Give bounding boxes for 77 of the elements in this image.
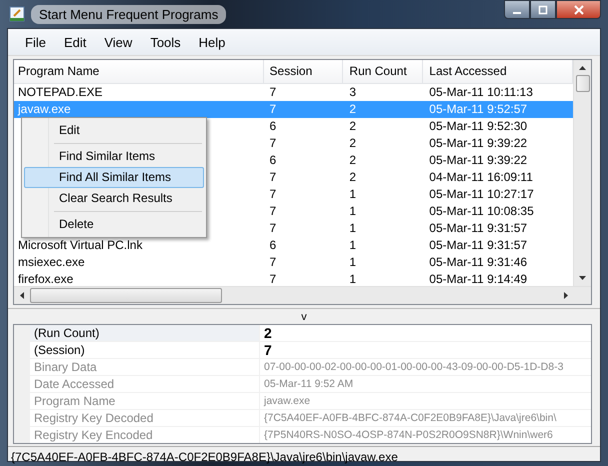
table-cell[interactable]: 7 [264,84,344,101]
menu-item[interactable]: Clear Search Results [24,188,204,209]
table-cell[interactable]: 1 [343,203,424,220]
table-cell[interactable]: 05-Mar-11 10:27:17 [423,186,573,203]
table-cell[interactable]: 1 [343,237,424,254]
menu-item[interactable]: File [16,34,55,50]
column-header[interactable]: Session [264,60,344,83]
table-cell[interactable]: 1 [343,220,424,237]
close-icon [572,4,584,14]
menu-item[interactable]: Edit [24,120,204,141]
property-value: 07-00-00-00-02-00-00-00-01-00-00-00-43-09-00-00-D5-1D-D8-3 [263,360,564,375]
menu-item[interactable]: Tools [141,34,190,50]
menu-item[interactable]: Help [190,34,234,50]
table-cell[interactable]: 2 [343,152,424,169]
table-cell[interactable]: 7 [264,135,344,152]
table-cell[interactable]: 6 [264,152,344,169]
app-icon [9,6,25,22]
table-cell[interactable]: 2 [343,169,424,186]
menu-item[interactable]: Find All Similar Items [24,167,204,188]
property-name[interactable]: (Session) [30,342,260,358]
table-cell[interactable]: 1 [343,186,424,203]
table-cell[interactable]: 05-Mar-11 9:31:46 [423,254,573,271]
table-cell[interactable]: 05-Mar-11 9:39:22 [423,152,573,169]
property-value: javaw.exe [262,394,310,409]
property-name[interactable]: (Run Count) [30,325,260,341]
table-cell[interactable]: 05-Mar-11 10:08:35 [423,203,573,220]
minimize-button[interactable] [504,0,530,19]
table-cell[interactable]: 1 [343,254,424,271]
property-value: 05-Mar-11 9:52 AM [263,377,354,392]
table-cell[interactable]: 3 [343,84,424,101]
menu-item[interactable]: Delete [24,214,204,235]
table-cell[interactable]: 6 [264,118,344,135]
menu-item[interactable]: Find Similar Items [24,146,204,167]
table-cell[interactable]: msiexec.exe [14,254,264,271]
table-cell[interactable]: 6 [264,237,344,254]
vertical-scrollbar[interactable] [573,60,591,286]
table-cell[interactable]: 7 [264,254,344,271]
scroll-thumb[interactable] [30,288,222,303]
property-value: {7P5N40RS-N0SO-4OSP-874N-P0S2R0O9SN8R}\Wnin\wer6 [263,428,553,443]
table-cell[interactable]: 04-Mar-11 16:09:11 [423,169,573,186]
table-cell[interactable]: firefox.exe [14,271,264,286]
splitter-label: v [301,310,307,322]
table-cell[interactable]: 05-Mar-11 9:52:30 [423,118,573,135]
scroll-thumb[interactable] [576,75,590,92]
table-cell[interactable]: 2 [343,118,424,135]
property-value: 7 [263,342,272,358]
table-cell[interactable]: 05-Mar-11 9:31:57 [423,220,573,237]
table-cell[interactable]: 2 [343,135,424,152]
minimize-icon [513,12,521,14]
left-arrow-icon[interactable] [20,292,24,299]
window-title: Start Menu Frequent Programs [31,4,226,24]
column-header[interactable]: Run Count [343,60,424,83]
menu-item[interactable]: Edit [54,34,96,50]
close-button[interactable] [556,0,601,19]
maximize-button[interactable] [530,0,556,19]
status-text: {7C5A40EF-A0FB-4BFC-874A-C0F2E0B9FA8E}\Java\jre6\bin\javaw.exe [11,450,398,464]
property-value: 2 [263,325,272,341]
table-cell[interactable]: 7 [264,220,344,237]
table-cell[interactable]: NOTEPAD.EXE [14,84,264,101]
column-header[interactable]: Program Name [14,60,264,83]
table-cell[interactable]: 7 [264,203,344,220]
right-arrow-icon[interactable] [564,292,568,299]
table-cell[interactable]: 05-Mar-11 9:14:49 [423,271,573,286]
up-arrow-icon[interactable] [579,66,586,70]
table-cell[interactable]: 05-Mar-11 9:31:57 [423,237,573,254]
table-cell[interactable]: 05-Mar-11 9:39:22 [423,135,573,152]
table-cell[interactable]: 05-Mar-11 10:11:13 [423,84,573,101]
table-cell[interactable]: 7 [264,271,344,286]
horizontal-scrollbar[interactable] [14,286,591,304]
table-cell[interactable]: 7 [264,169,344,186]
table-cell[interactable]: Microsoft Virtual PC.lnk [14,237,264,254]
maximize-icon [537,4,549,14]
property-value: {7C5A40EF-A0FB-4BFC-874A-C0F2E0B9FA8E}\Java\jre6\bin\ [263,411,556,426]
table-cell[interactable]: 1 [343,271,424,286]
table-cell[interactable]: 7 [264,186,344,203]
down-arrow-icon[interactable] [579,276,586,280]
menu-item[interactable]: View [95,34,142,50]
